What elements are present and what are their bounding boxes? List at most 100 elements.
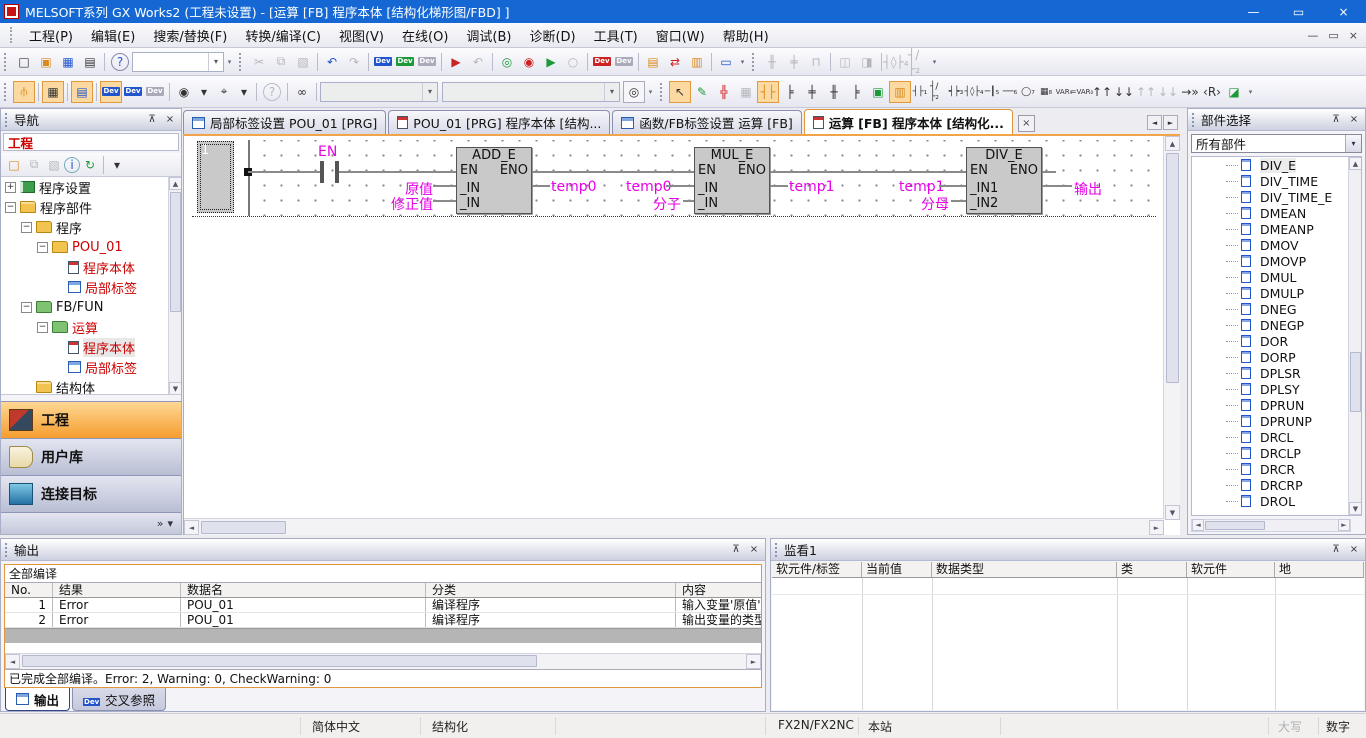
watch-column-header[interactable]: 软元件/标签 — [772, 562, 862, 577]
scroll-down-icon[interactable]: ▼ — [1349, 502, 1362, 515]
scroll-right-icon[interactable]: ► — [1149, 520, 1164, 535]
device-display-dropdown-icon[interactable]: ▾ — [195, 81, 213, 103]
part-list-item[interactable]: DPLSY — [1192, 381, 1361, 397]
device-find-icon[interactable]: Dev — [372, 51, 394, 73]
output-hscrollbar[interactable]: ◄ ► — [5, 653, 761, 669]
tab-local-label-pou01[interactable]: 局部标签设置 POU_01 [PRG] — [183, 110, 386, 134]
menu-item[interactable]: 在线(O) — [393, 23, 457, 48]
part-list-item[interactable]: DIV_TIME — [1192, 173, 1361, 189]
comment-mode-icon[interactable]: ▥ — [889, 81, 911, 103]
part-list-item[interactable]: DRCRP — [1192, 477, 1361, 493]
zoom-button-icon[interactable]: ◎ — [623, 81, 645, 103]
tab-fb-label-settings[interactable]: 函数/FB标签设置 运算 [FB] — [612, 110, 801, 134]
toolbar-grip[interactable] — [660, 83, 665, 101]
tree-item-yunsuan-labels[interactable]: 局部标签 — [1, 357, 181, 377]
toolbar-overflow-button[interactable]: ▾ — [929, 51, 940, 73]
part-list-item[interactable]: DROL — [1192, 493, 1361, 509]
combo-dropdown-icon[interactable]: ▾ — [604, 83, 619, 101]
ladder-monitor-icon[interactable]: ╫ — [761, 51, 783, 73]
menu-item[interactable]: 调试(B) — [457, 23, 520, 48]
device-comment-icon[interactable]: Dev — [100, 81, 122, 103]
tab-scroll-right-icon[interactable]: ► — [1163, 115, 1178, 130]
watch-register-icon[interactable]: ◫ — [834, 51, 856, 73]
contact-label[interactable]: EN — [318, 144, 337, 160]
part-list-item[interactable]: DIV_E — [1192, 157, 1361, 173]
device-label-combobox[interactable]: ▾ — [442, 82, 620, 102]
input-label[interactable]: temp0 — [626, 179, 664, 195]
note-edit-icon[interactable]: ▤ — [642, 51, 664, 73]
watch-column-header[interactable]: 当前值 — [862, 562, 932, 577]
contact-f5-icon[interactable]: ─┃₅ — [983, 81, 1001, 103]
toolbar-grip[interactable] — [239, 53, 244, 71]
device-display-icon[interactable]: ◉ — [173, 81, 195, 103]
menu-item[interactable]: 编辑(E) — [82, 23, 144, 48]
check-program-icon[interactable]: ┤◊├₄ — [885, 51, 907, 73]
expander-minus-icon[interactable]: − — [21, 222, 32, 233]
part-list-item[interactable]: DPRUN — [1192, 397, 1361, 413]
combo-dropdown-icon[interactable]: ▾ — [208, 53, 223, 71]
device-hex-icon[interactable]: Dev — [416, 51, 438, 73]
function-block-add-e[interactable]: ADD_E ENENO _IN _IN — [456, 147, 532, 214]
monitor-run-icon[interactable]: ▶ — [540, 51, 562, 73]
pin-icon[interactable]: ⊼ — [144, 112, 160, 128]
input-label[interactable]: 分子 — [649, 194, 681, 214]
monitor-pause-icon[interactable]: ○ — [562, 51, 584, 73]
scroll-right-icon[interactable]: ► — [1338, 519, 1350, 531]
watch-column-header[interactable]: 数据类型 — [932, 562, 1117, 577]
part-list-item[interactable]: DPLSR — [1192, 365, 1361, 381]
part-list-item[interactable]: DNEG — [1192, 301, 1361, 317]
tree-item-pou01-body[interactable]: 程序本体 — [1, 257, 181, 277]
sort-up2-icon[interactable]: ↑↑ — [1135, 81, 1157, 103]
output-label[interactable]: temp1 — [789, 179, 835, 195]
copy-icon[interactable]: ⧉ — [270, 51, 292, 73]
copy-data-icon[interactable]: ⧉ — [24, 155, 44, 175]
child-minimize-button[interactable]: — — [1307, 29, 1318, 42]
paste-icon[interactable]: ▧ — [292, 51, 314, 73]
minimize-button[interactable]: — — [1231, 0, 1276, 23]
part-list-item[interactable]: DMEANP — [1192, 221, 1361, 237]
scroll-up-icon[interactable]: ▲ — [1165, 136, 1180, 151]
sort-selector-icon[interactable]: ▾ — [107, 155, 127, 175]
fbd-editor[interactable]: 1 EN ADD_E ENENO _IN _IN 原值 修正值 temp0 MU… — [183, 134, 1180, 535]
tree-item-fbfun[interactable]: −FB/FUN — [1, 297, 181, 317]
watch-column-header[interactable]: 地 — [1275, 562, 1364, 577]
toolbar-overflow-button[interactable]: ▾ — [645, 81, 656, 103]
input-label[interactable]: 分母 — [917, 194, 949, 214]
expander-minus-icon[interactable]: − — [37, 242, 48, 253]
edit-mode-icon[interactable]: ✎ — [691, 81, 713, 103]
print-icon[interactable]: ▤ — [79, 51, 101, 73]
menu-item[interactable]: 搜索/替换(F) — [144, 23, 236, 48]
select-mode-icon[interactable]: ↖ — [669, 81, 691, 103]
tree-item-struct[interactable]: 结构体 — [1, 377, 181, 395]
toolbar-grip[interactable] — [4, 83, 9, 101]
error-row[interactable]: 1 Error POU_01 编译程序 输入变量'原值'的数据类型不正确。(梯形… — [5, 598, 761, 613]
tree-item-pou01-labels[interactable]: 局部标签 — [1, 277, 181, 297]
part-list-item[interactable]: DMEAN — [1192, 205, 1361, 221]
part-list-item[interactable]: DMOV — [1192, 237, 1361, 253]
line-f6-icon[interactable]: ──₆ — [1001, 81, 1019, 103]
paste-data-icon[interactable]: ▧ — [44, 155, 64, 175]
insert-branch-icon[interactable]: ╞ — [779, 81, 801, 103]
dock-tab-crossref[interactable]: Dev交叉参照 — [72, 688, 166, 711]
expander-minus-icon[interactable]: − — [37, 322, 48, 333]
tree-scrollbar[interactable]: ▲ ▼ — [168, 177, 181, 395]
close-panel-icon[interactable]: × — [746, 542, 762, 558]
scroll-left-icon[interactable]: ◄ — [1192, 519, 1204, 531]
scroll-down-icon[interactable]: ▼ — [1165, 505, 1180, 520]
watch-column-header[interactable]: 软元件 — [1187, 562, 1275, 577]
menu-item[interactable]: 帮助(H) — [714, 23, 778, 48]
function-block-div-e[interactable]: DIV_E ENENO _IN1 _IN2 — [966, 147, 1042, 214]
delete-row-icon[interactable]: ╫ — [823, 81, 845, 103]
write-to-plc-icon[interactable]: ▶ — [445, 51, 467, 73]
insert-row-icon[interactable]: ╪ — [801, 81, 823, 103]
quick-find-combobox[interactable]: ▾ — [132, 52, 224, 72]
sort-down2-icon[interactable]: ↓↓ — [1157, 81, 1179, 103]
coil-f7-icon[interactable]: ◯₇ — [1019, 81, 1037, 103]
device-memory-icon[interactable]: Dev — [122, 81, 144, 103]
note2-icon[interactable]: ▥ — [686, 51, 708, 73]
contact-mode-icon[interactable]: ┤├ — [757, 81, 779, 103]
part-list-item[interactable]: DNEGP — [1192, 317, 1361, 333]
child-close-button[interactable]: × — [1349, 29, 1358, 42]
part-list-item[interactable]: DIV_TIME_E — [1192, 189, 1361, 205]
part-list-item[interactable]: DOR — [1192, 333, 1361, 349]
